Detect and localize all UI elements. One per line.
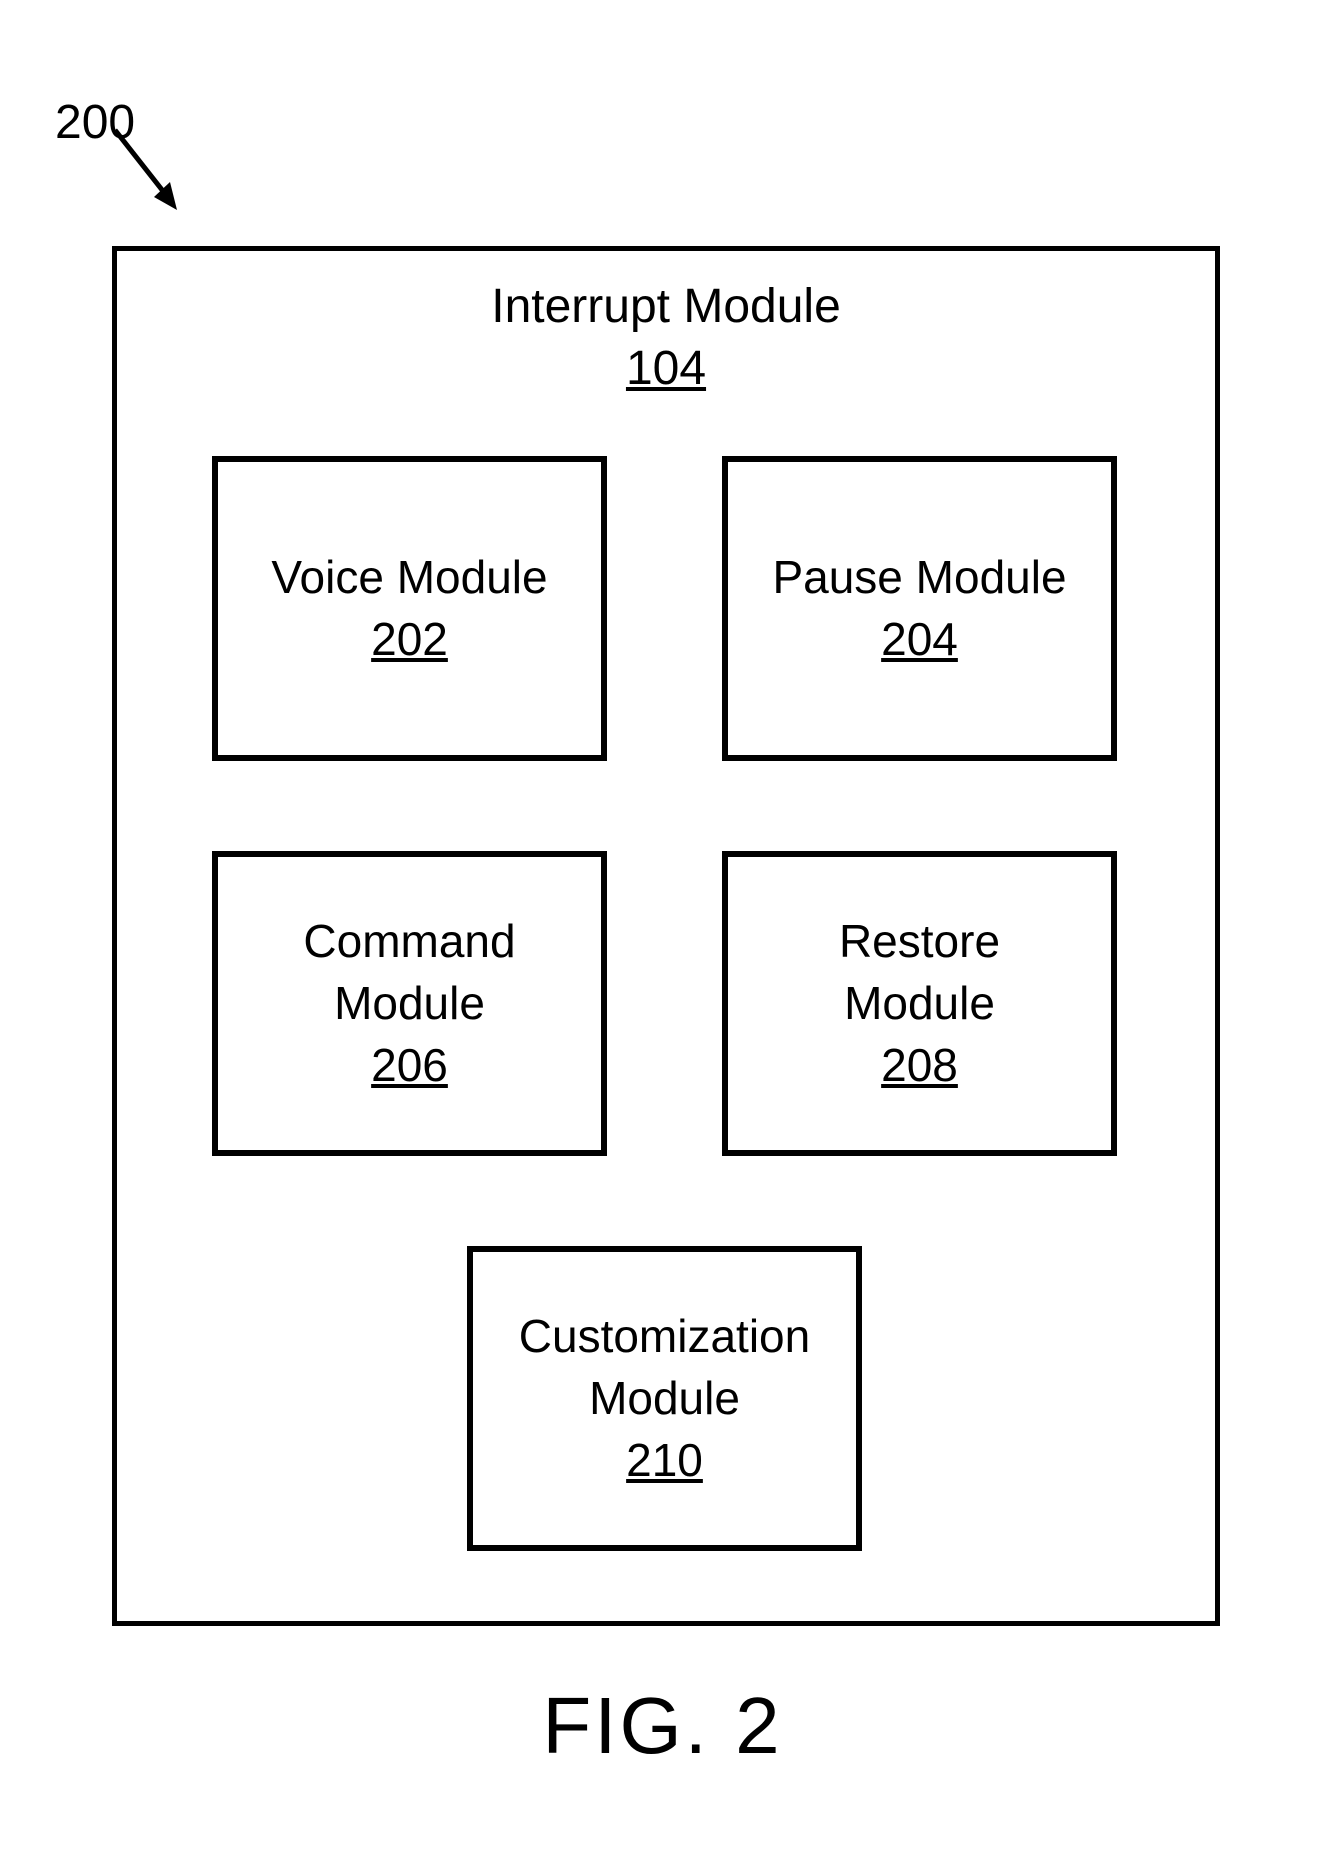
interrupt-module-box: Interrupt Module 104 Voice Module 202 Pa… [112,246,1220,1626]
pause-module-ref: 204 [881,608,958,670]
customization-module-title-2: Module [589,1367,740,1429]
interrupt-module-title: Interrupt Module 104 [117,251,1215,401]
modules-container: Voice Module 202 Pause Module 204 Comman… [117,401,1215,1601]
restore-module-title-1: Restore [839,910,1000,972]
customization-module-title-1: Customization [519,1305,810,1367]
interrupt-module-ref: 104 [626,342,706,395]
command-module-ref: 206 [371,1034,448,1096]
customization-module-ref: 210 [626,1429,703,1491]
command-module-title-2: Module [334,972,485,1034]
pause-module-title: Pause Module [772,546,1066,608]
pointer-arrow [105,120,195,235]
command-module-box: Command Module 206 [212,851,607,1156]
restore-module-ref: 208 [881,1034,958,1096]
customization-module-box: Customization Module 210 [467,1246,862,1551]
restore-module-box: Restore Module 208 [722,851,1117,1156]
interrupt-module-title-text: Interrupt Module [491,280,841,333]
pause-module-box: Pause Module 204 [722,456,1117,761]
restore-module-title-2: Module [844,972,995,1034]
voice-module-box: Voice Module 202 [212,456,607,761]
voice-module-title: Voice Module [271,546,547,608]
voice-module-ref: 202 [371,608,448,670]
command-module-title-1: Command [303,910,515,972]
figure-caption: FIG. 2 [0,1680,1325,1772]
